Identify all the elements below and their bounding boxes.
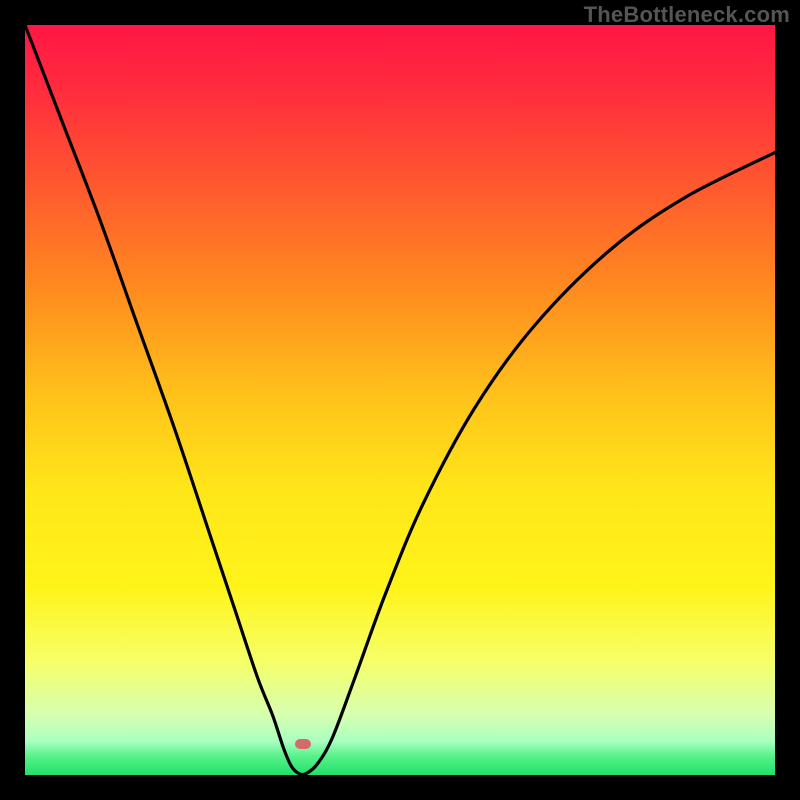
minimum-marker-dot: [295, 739, 311, 749]
bottleneck-chart-svg: [25, 25, 775, 775]
gradient-background: [25, 25, 775, 775]
watermark-text: TheBottleneck.com: [584, 2, 790, 28]
plot-area: [25, 25, 775, 775]
chart-container: TheBottleneck.com: [0, 0, 800, 800]
